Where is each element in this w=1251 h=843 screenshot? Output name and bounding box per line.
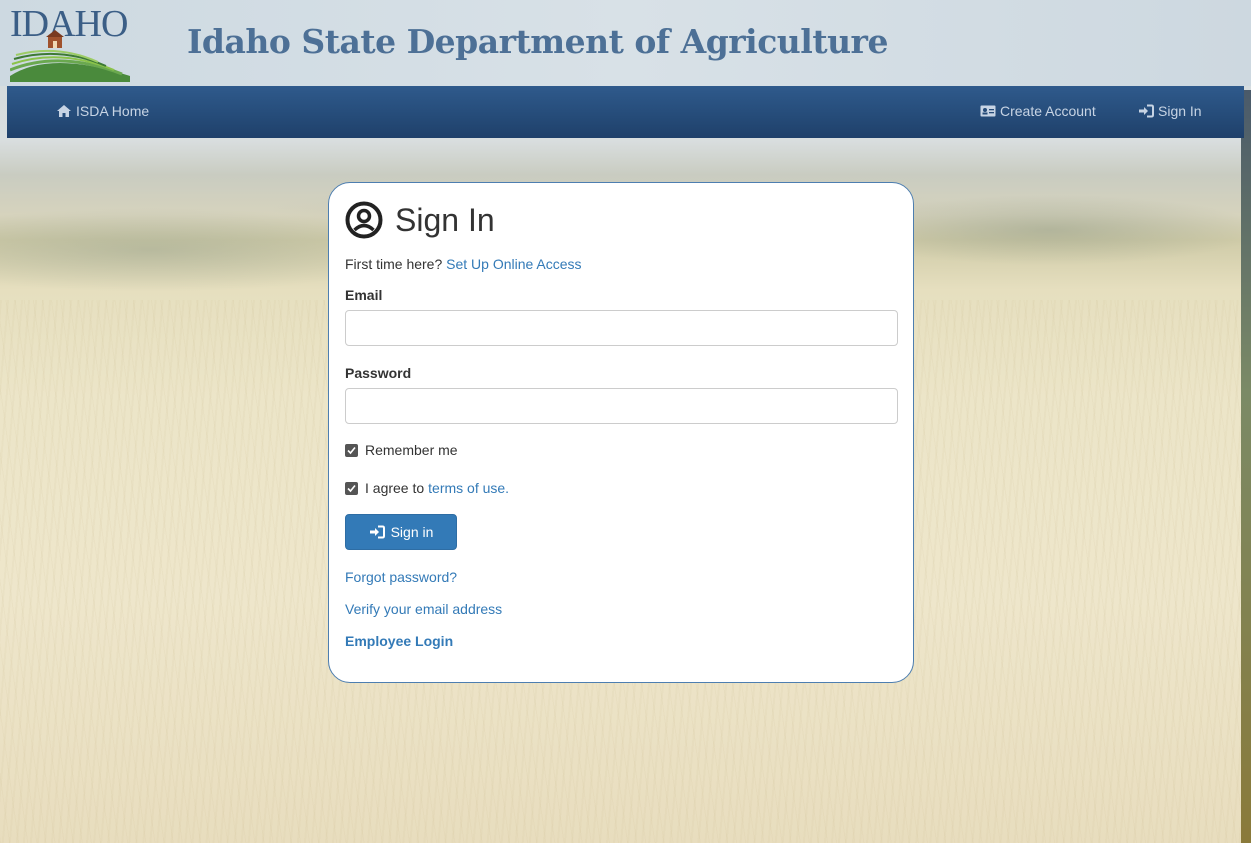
- check-icon: [347, 484, 356, 492]
- email-label: Email: [345, 287, 383, 303]
- site-header: IDAHO Idaho State Department of Agricult…: [0, 0, 1251, 86]
- sign-in-button[interactable]: Sign in: [345, 514, 457, 550]
- background-edge: [1241, 90, 1251, 843]
- email-field[interactable]: [345, 310, 898, 346]
- home-icon: [57, 105, 71, 117]
- first-time-text: First time here? Set Up Online Access: [345, 256, 582, 272]
- nav-home-label: ISDA Home: [76, 103, 150, 119]
- id-card-icon: [980, 105, 996, 117]
- first-time-label: First time here?: [345, 256, 443, 272]
- nav-create-account-label: Create Account: [1000, 103, 1096, 119]
- remember-me-checkbox[interactable]: [345, 443, 358, 457]
- password-field[interactable]: [345, 388, 898, 424]
- check-icon: [347, 446, 356, 454]
- main-navbar: ISDA Home Create Account Sign In: [7, 86, 1244, 138]
- nav-sign-in-label: Sign In: [1158, 103, 1202, 119]
- sign-in-icon: [1139, 104, 1154, 118]
- employee-login-link[interactable]: Employee Login: [345, 633, 453, 649]
- remember-me-label: Remember me: [365, 442, 458, 458]
- terms-of-use-link[interactable]: terms of use.: [428, 480, 509, 496]
- password-label: Password: [345, 365, 412, 381]
- verify-email-link[interactable]: Verify your email address: [345, 601, 502, 617]
- remember-me-row: Remember me: [345, 442, 458, 458]
- setup-online-access-link[interactable]: Set Up Online Access: [446, 256, 581, 272]
- user-circle-icon: [345, 201, 383, 239]
- page-title: Sign In: [395, 201, 495, 238]
- logo-farm-graphic: [10, 30, 130, 82]
- nav-isda-home[interactable]: ISDA Home: [56, 103, 149, 119]
- sign-in-card: Sign In First time here? Set Up Online A…: [328, 182, 914, 683]
- agree-prefix: I agree to: [365, 480, 425, 496]
- idaho-logo[interactable]: IDAHO: [10, 4, 132, 82]
- forgot-password-link[interactable]: Forgot password?: [345, 569, 457, 585]
- sign-in-heading: Sign In: [345, 201, 495, 239]
- nav-create-account[interactable]: Create Account: [980, 103, 1096, 119]
- nav-sign-in[interactable]: Sign In: [1138, 103, 1202, 119]
- site-title: Idaho State Department of Agriculture: [187, 22, 888, 61]
- sign-in-icon: [369, 525, 385, 539]
- sign-in-button-label: Sign in: [390, 524, 434, 540]
- agree-terms-row: I agree to terms of use.: [345, 480, 509, 496]
- agree-terms-checkbox[interactable]: [345, 481, 358, 495]
